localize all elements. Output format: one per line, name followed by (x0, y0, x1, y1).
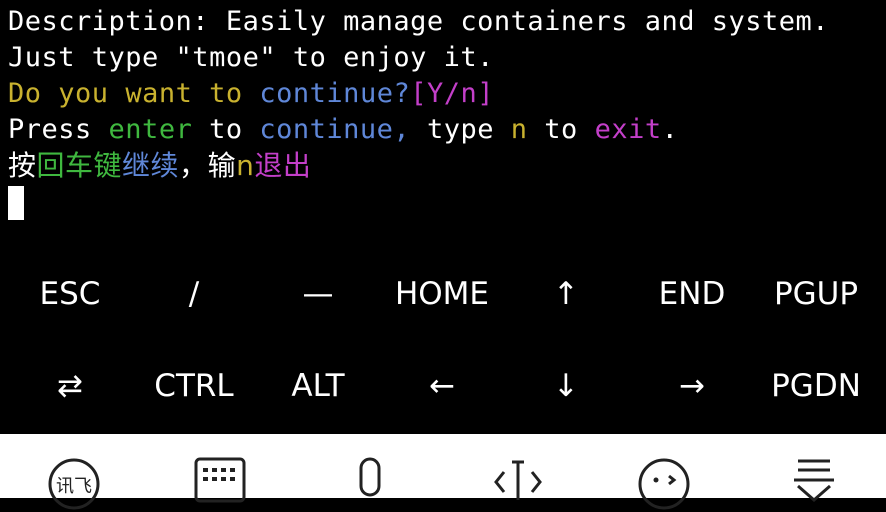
terminal-line-press-enter: Press enter to continue, type n to exit. (8, 112, 678, 148)
terminal-line-instruction: Just type "tmoe" to enjoy it. (8, 42, 494, 73)
text-to: to (544, 114, 578, 145)
key-end[interactable]: END (630, 254, 754, 334)
key-tab[interactable]: ⇄ (8, 346, 132, 426)
prompt-word: want (125, 78, 193, 109)
ifly-logo-text: 讯飞 (56, 476, 92, 497)
collapse-keyboard-icon[interactable] (784, 456, 844, 506)
text-input-cn: 输 (207, 149, 237, 182)
terminal-output[interactable]: Description: Easily manage containers an… (0, 0, 886, 250)
key-ctrl[interactable]: CTRL (132, 346, 256, 426)
text-continue-cn: 继续 (122, 149, 180, 182)
text-enter: enter (108, 114, 193, 145)
prompt-word: Do (8, 78, 42, 109)
key-alt[interactable]: ALT (256, 346, 380, 426)
prompt-continue: continue? (259, 78, 411, 109)
terminal-line-chinese: 按回车键继续，输n退出 (8, 148, 311, 184)
microphone-icon[interactable] (340, 456, 400, 506)
text-exit: exit (594, 114, 662, 145)
key-esc[interactable]: ESC (8, 254, 132, 334)
text-press-cn: 按 (8, 149, 37, 182)
key-arrow-down[interactable]: ↓ (504, 346, 628, 426)
text-enter-cn: 回车键 (36, 149, 123, 182)
prompt-word: you (58, 78, 109, 109)
terminal-line-prompt: Do you want to continue?[Y/n] (8, 76, 494, 112)
text-press: Press (8, 114, 92, 145)
key-slash[interactable]: / (132, 254, 256, 334)
key-arrow-left[interactable]: ← (380, 346, 504, 426)
key-pgup[interactable]: PGUP (754, 254, 878, 334)
extra-keys-bar: ESC / — HOME ↑ END PGUP ⇄ CTRL ALT ← ↓ →… (0, 250, 886, 434)
key-arrow-right[interactable]: → (630, 346, 754, 426)
terminal-line-description: Description: Easily manage containers an… (8, 6, 830, 37)
ime-toolbar: 讯飞 (0, 434, 886, 510)
cursor-move-icon[interactable] (488, 456, 548, 506)
text-type: type (426, 114, 494, 145)
text-period: . (661, 114, 679, 145)
key-home[interactable]: HOME (380, 254, 504, 334)
terminal-cursor (8, 186, 24, 220)
text-continue: continue, (259, 114, 411, 145)
text-n-cn: n (236, 149, 255, 182)
key-dash[interactable]: — (256, 254, 380, 334)
emoji-icon[interactable] (634, 456, 694, 510)
ifly-logo-icon[interactable]: 讯飞 (44, 456, 104, 510)
prompt-options: [Y/n] (410, 78, 494, 109)
text-n: n (510, 114, 528, 145)
text-exit-cn: 退出 (254, 149, 312, 182)
text-comma-cn: ， (179, 149, 208, 182)
keyboard-icon[interactable] (190, 456, 250, 506)
prompt-word: to (209, 78, 243, 109)
key-arrow-up[interactable]: ↑ (504, 254, 628, 334)
key-pgdn[interactable]: PGDN (754, 346, 878, 426)
text-to: to (209, 114, 243, 145)
